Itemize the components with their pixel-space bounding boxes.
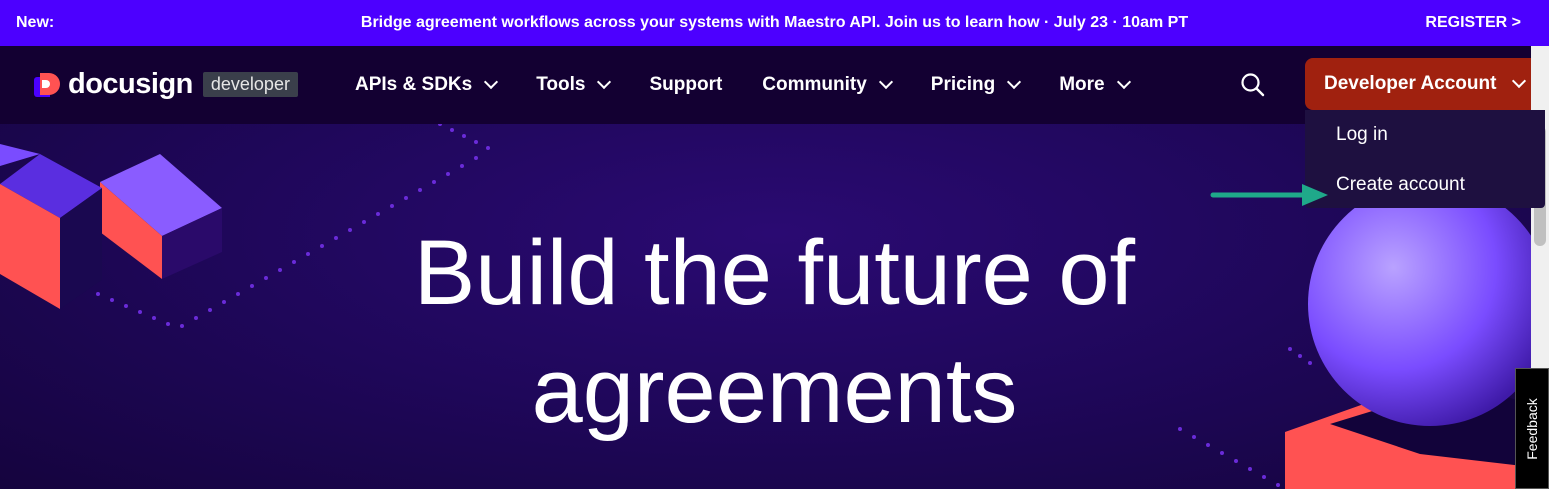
announcement-new-label: New:	[16, 14, 55, 31]
logo-text: docusign	[68, 68, 193, 100]
docusign-logo[interactable]: docusign developer	[34, 68, 298, 101]
nav-item-label: Pricing	[930, 74, 996, 95]
search-icon[interactable]	[1240, 72, 1266, 98]
register-link[interactable]: REGISTER >	[1425, 14, 1521, 32]
docusign-logo-icon	[34, 71, 62, 99]
login-menu-item[interactable]: Log in	[1336, 124, 1388, 146]
feedback-tab[interactable]: Feedback	[1515, 368, 1549, 489]
arrow-right-icon	[1210, 184, 1328, 206]
announcement-message[interactable]: Bridge agreement workflows across your s…	[361, 14, 1188, 31]
hero-title-line-2: agreements	[531, 340, 1018, 442]
feedback-label: Feedback	[1524, 397, 1540, 460]
nav-item-label: Tools	[536, 74, 586, 95]
nav-item-support[interactable]: Support	[649, 74, 722, 96]
nav-item-tools[interactable]: Tools	[536, 74, 612, 96]
hero-title: Build the future of agreements	[0, 214, 1549, 450]
hero-title-line-1: Build the future of	[413, 222, 1136, 324]
nav-item-label: APIs & SDKs	[355, 74, 473, 95]
chevron-down-icon	[1116, 74, 1131, 90]
create-account-menu-item[interactable]: Create account	[1336, 174, 1465, 196]
nav-item-pricing[interactable]: Pricing	[930, 74, 1022, 96]
chevron-down-icon	[878, 74, 893, 90]
chevron-down-icon	[484, 74, 499, 90]
main-menu: APIs & SDKs Tools Support Community Pric…	[355, 46, 1169, 124]
nav-item-apis-sdks[interactable]: APIs & SDKs	[355, 74, 499, 96]
developer-account-button[interactable]: Developer Account	[1305, 58, 1545, 110]
nav-item-label: More	[1059, 74, 1105, 95]
developer-badge: developer	[202, 72, 298, 97]
announcement-bar: New: Bridge agreement workflows across y…	[0, 0, 1549, 46]
chevron-down-icon	[1512, 73, 1527, 89]
developer-account-dropdown: Log in Create account	[1305, 110, 1545, 208]
nav-item-more[interactable]: More	[1059, 74, 1131, 96]
nav-item-label: Community	[762, 74, 867, 95]
nav-item-community[interactable]: Community	[762, 74, 893, 96]
developer-account-label: Developer Account	[1324, 73, 1497, 94]
chevron-down-icon	[1007, 74, 1022, 90]
nav-item-label: Support	[649, 74, 723, 95]
chevron-down-icon	[597, 74, 612, 90]
